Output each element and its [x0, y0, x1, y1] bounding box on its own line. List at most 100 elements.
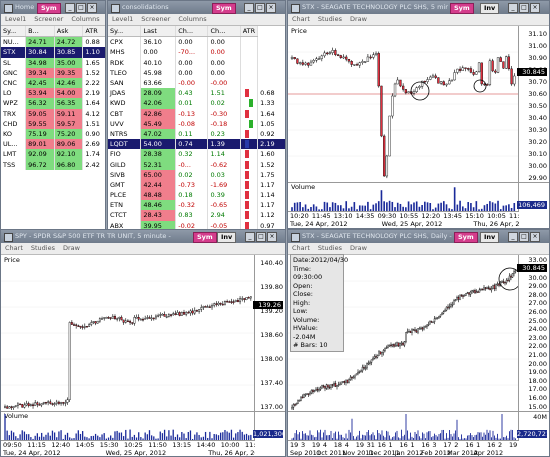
table-row[interactable]: UL... 89.01 89.06 2.69	[1, 139, 105, 150]
table-row[interactable]: LO 53.94 54.00 2.19	[1, 88, 105, 99]
table-row[interactable]: GNC 39.34 39.35 1.52	[1, 67, 105, 78]
candle-body	[98, 318, 101, 322]
column-header-symbol[interactable]: Sy...	[108, 26, 142, 38]
minimize-icon[interactable]: _	[508, 3, 518, 13]
window-menu-icon[interactable]	[4, 233, 13, 242]
column-header-change[interactable]: Ch...	[175, 26, 209, 38]
menu-draw[interactable]: Draw	[63, 244, 80, 252]
candle-body	[472, 72, 475, 75]
maximize-icon[interactable]: □	[519, 232, 529, 242]
column-header-change-pct[interactable]: Ch...	[207, 26, 241, 38]
table-row[interactable]: WPZ 56.32 56.35 1.64	[1, 98, 105, 109]
table-row[interactable]: CTCT 28.43 0.83 2.94 1.12	[108, 210, 285, 221]
menu-studies[interactable]: Studies	[31, 244, 55, 252]
menu-chart[interactable]: Chart	[5, 244, 23, 252]
table-row[interactable]: ETN 48.46 -0.32 -0.65 1.17	[108, 200, 285, 211]
window-menu-icon[interactable]	[291, 4, 300, 13]
table-row[interactable]: JDAS 28.09 0.43 1.51 0.68	[108, 88, 285, 99]
close-icon[interactable]: ×	[266, 3, 276, 13]
table-row[interactable]: PLCE 48.48 0.18 0.39 1.14	[108, 190, 285, 201]
table-row[interactable]: LQDT 54.00 0.74 1.39 2.19	[108, 139, 285, 150]
menu-studies[interactable]: Studies	[318, 244, 342, 252]
close-icon[interactable]: ×	[87, 3, 97, 13]
table-row[interactable]: NU... 24.71 24.72 0.88	[1, 36, 105, 48]
table-row[interactable]: TSS 96.72 96.80 2.42	[1, 159, 105, 170]
volume-pane-area[interactable]: Volume 1,021,300	[1, 411, 285, 441]
inv-button[interactable]: Inv	[480, 3, 500, 14]
window-menu-icon[interactable]	[291, 233, 300, 242]
table-row[interactable]: TLEO 45.98 0.00 0.00	[108, 67, 285, 78]
price-axis[interactable]: 33.00 30.845 30.00 29.00 28.00 27.00 26.00 25.0…	[517, 255, 549, 411]
column-header-atr[interactable]: ATR	[82, 26, 105, 38]
menu-draw[interactable]: Draw	[350, 15, 367, 23]
table-row[interactable]: SAN 63.66 -0.00 -0.00	[108, 77, 285, 89]
sym-button[interactable]: Sym	[212, 3, 236, 14]
table-row[interactable]: LMT 92.09 92.10 1.74	[1, 149, 105, 160]
table-row[interactable]: MHS 0.00 -70... 0.00	[108, 47, 285, 58]
maximize-icon[interactable]: □	[519, 3, 529, 13]
window-menu-icon[interactable]	[111, 4, 120, 13]
table-row[interactable]: CHD 59.55 59.57 1.51	[1, 118, 105, 129]
menu-screener[interactable]: Screener	[141, 15, 170, 23]
table-row[interactable]: RDK 40.10 0.00 0.00	[108, 57, 285, 68]
spy-5min-candles[interactable]	[1, 255, 257, 411]
close-icon[interactable]: ×	[267, 232, 277, 242]
sym-button[interactable]: Sym	[454, 232, 478, 243]
volume-pane-area[interactable]: 40M 2,720,721	[288, 411, 549, 441]
watchlist-home-titlebar[interactable]: Home Sym _ □ ×	[1, 1, 105, 14]
menu-level1[interactable]: Level1	[5, 15, 26, 23]
table-row[interactable]: STX 30.84 30.85 1.10	[1, 47, 105, 58]
column-header-symbol[interactable]: Sy...	[1, 26, 27, 38]
sym-button[interactable]: Sym	[193, 232, 217, 243]
table-row[interactable]: KO 75.19 75.20 0.90	[1, 128, 105, 140]
column-header-ask[interactable]: Ask	[54, 26, 84, 38]
table-row[interactable]: CPX 36.10 0.00 0.00	[108, 36, 285, 48]
table-row[interactable]: FIO 28.38 0.32 1.14 1.60	[108, 149, 285, 160]
minimize-icon[interactable]: _	[245, 232, 255, 242]
table-row[interactable]: KWD 42.06 0.01 0.02 1.33	[108, 98, 285, 109]
minimize-icon[interactable]: _	[244, 3, 254, 13]
minimize-icon[interactable]: _	[65, 3, 75, 13]
table-row[interactable]: UVV 45.49 -0.08 -0.18 1.05	[108, 118, 285, 129]
menu-screener[interactable]: Screener	[34, 15, 63, 23]
table-row[interactable]: TRX 59.05 59.11 4.12	[1, 108, 105, 119]
table-row[interactable]: NTRS 47.02 0.11 0.23 0.92	[108, 128, 285, 140]
price-axis[interactable]: 140.40 139.80 139.20 138.60 138.00 137.40 137.…	[253, 255, 285, 411]
table-row[interactable]: CBT 42.86 -0.13 -0.30 1.64	[108, 108, 285, 119]
chart-titlebar[interactable]: STX - SEAGATE TECHNOLOGY PLC SHS, 5 minu…	[288, 1, 549, 14]
maximize-icon[interactable]: □	[255, 3, 265, 13]
minimize-icon[interactable]: _	[508, 232, 518, 242]
chart-titlebar[interactable]: STX - SEAGATE TECHNOLOGY PLC SHS, Daily …	[288, 230, 549, 243]
inv-button[interactable]: Inv	[480, 232, 500, 243]
close-icon[interactable]: ×	[530, 232, 540, 242]
menu-studies[interactable]: Studies	[318, 15, 342, 23]
table-row[interactable]: GILD 52.31 -0... -0.62 1.52	[108, 159, 285, 170]
close-icon[interactable]: ×	[530, 3, 540, 13]
menu-columns[interactable]: Columns	[71, 15, 99, 23]
time-axis[interactable]: 09:50 11:15 12:40 14:05 15:30 10:25 11:50 13:15…	[1, 440, 255, 456]
column-header-bid[interactable]: B...	[25, 26, 55, 38]
sym-button[interactable]: Sym	[450, 3, 474, 14]
maximize-icon[interactable]: □	[256, 232, 266, 242]
inv-button[interactable]: Inv	[217, 232, 237, 243]
column-header-last[interactable]: Last	[140, 26, 177, 38]
table-row[interactable]: GMT 42.44 -0.73 -1.69 1.17	[108, 179, 285, 190]
menu-chart[interactable]: Chart	[292, 15, 310, 23]
sym-button[interactable]: Sym	[37, 3, 61, 14]
menu-draw[interactable]: Draw	[350, 244, 367, 252]
watchlist-consolidations-titlebar[interactable]: consolidations Sym _ □ ×	[108, 1, 285, 14]
table-row[interactable]: SIVB 65.00 0.02 0.03 1.75	[108, 169, 285, 180]
column-header-atr[interactable]: ATR	[240, 26, 259, 38]
volume-pane-area[interactable]: Volume 106,469	[288, 182, 549, 212]
menu-level1[interactable]: Level1	[112, 15, 133, 23]
window-menu-icon[interactable]	[4, 4, 13, 13]
time-axis[interactable]: 19 3 19 4 18 4 19 31 16 1 16 1 16 3 17 2 16 1 16 2 19 Sep 201…	[288, 440, 519, 456]
maximize-icon[interactable]: □	[76, 3, 86, 13]
price-pane[interactable]: Price 140.40 139.80 139.20 138.60 138.00 137.…	[1, 255, 285, 411]
chart-titlebar[interactable]: SPY - SPDR S&P 500 ETF TR TR UNIT, 5 min…	[1, 230, 285, 243]
menu-chart[interactable]: Chart	[292, 244, 310, 252]
menu-columns[interactable]: Columns	[178, 15, 206, 23]
time-axis[interactable]: 10:20 11:45 13:10 14:35 09:30 10:55 12:20 13:45…	[288, 211, 519, 228]
table-row[interactable]: SL 34.98 35.00 1.65	[1, 57, 105, 68]
table-row[interactable]: CNC 42.45 42.46 2.22	[1, 77, 105, 89]
